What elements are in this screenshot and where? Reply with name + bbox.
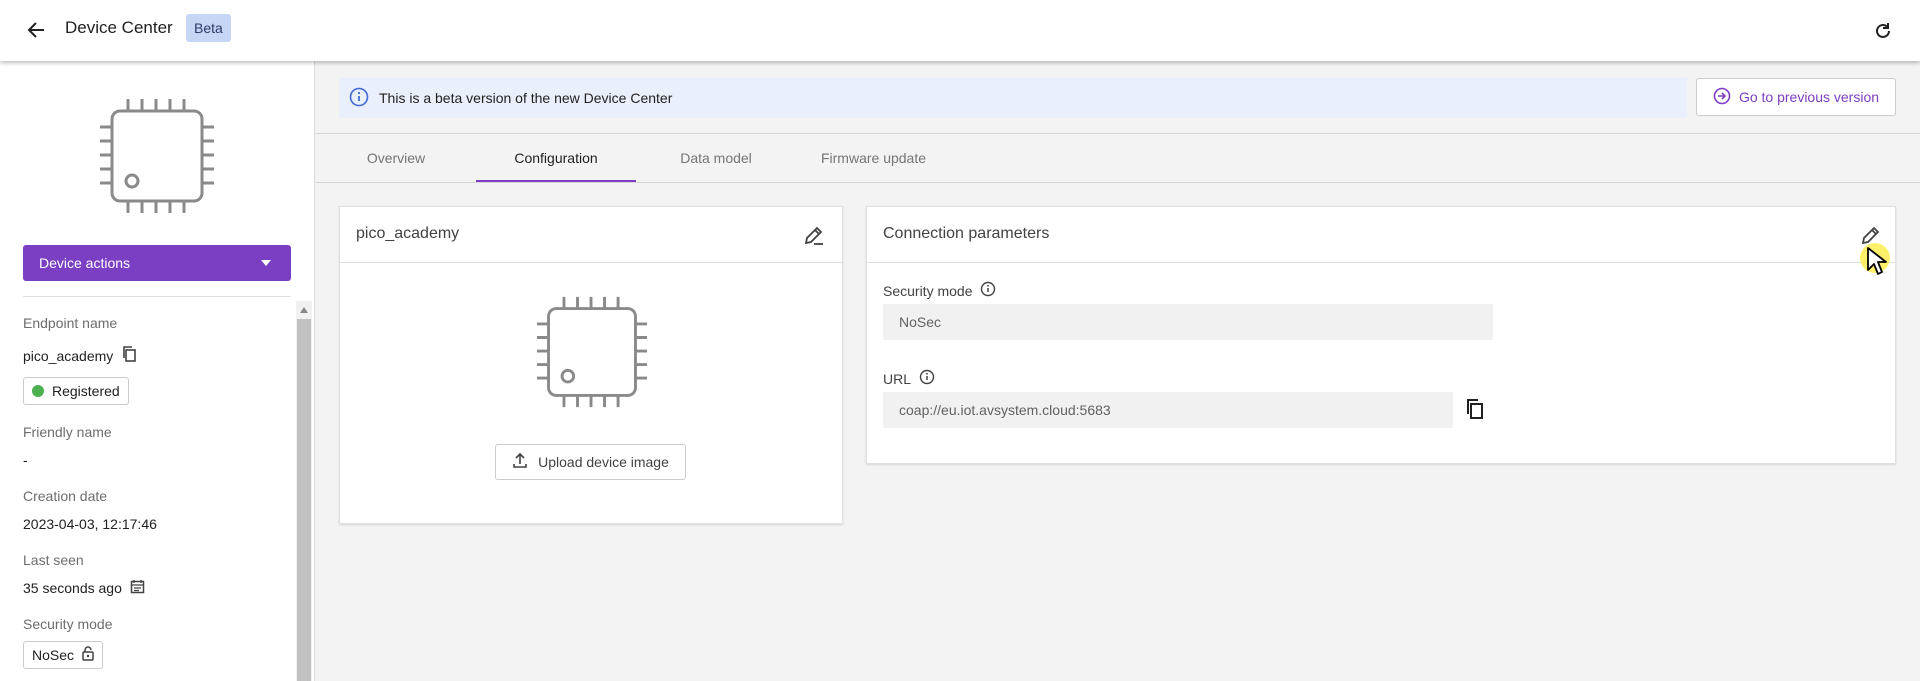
main-content: This is a beta version of the new Device… xyxy=(316,61,1920,681)
friendly-name-value: - xyxy=(23,452,28,468)
refresh-icon[interactable] xyxy=(1868,16,1898,46)
chip-icon xyxy=(98,97,216,220)
security-mode-field-label: Security mode xyxy=(883,281,996,300)
info-icon[interactable] xyxy=(919,369,935,388)
upload-label: Upload device image xyxy=(538,454,669,470)
security-mode-label-text: Security mode xyxy=(883,282,973,299)
endpoint-name-text: pico_academy xyxy=(23,347,114,364)
chip-icon xyxy=(535,295,649,414)
device-sidebar: Device actions Endpoint name pico_academ… xyxy=(0,61,315,681)
device-card-header: pico_academy xyxy=(340,207,842,263)
tab-configuration[interactable]: Configuration xyxy=(476,134,636,182)
sidebar-scrollbar[interactable] xyxy=(296,301,312,681)
back-arrow-icon[interactable] xyxy=(22,16,50,44)
previous-version-label: Go to previous version xyxy=(1738,89,1880,105)
edit-icon[interactable] xyxy=(802,223,826,247)
banner-text: This is a beta version of the new Device… xyxy=(379,90,673,106)
tab-bar: Overview Configuration Data model Firmwa… xyxy=(316,133,1920,183)
app-title: Device Center xyxy=(65,18,173,37)
creation-date-label: Creation date xyxy=(23,488,108,504)
status-text: Registered xyxy=(52,383,120,399)
upload-device-image-button[interactable]: Upload device image xyxy=(495,444,686,480)
copy-icon[interactable] xyxy=(121,346,137,365)
url-field: coap://eu.iot.avsystem.cloud:5683 xyxy=(883,392,1453,428)
tab-overview[interactable]: Overview xyxy=(316,134,476,182)
lock-open-icon xyxy=(82,646,94,664)
arrow-circle-right-icon xyxy=(1713,87,1731,108)
info-icon xyxy=(349,87,369,110)
scrollbar-thumb[interactable] xyxy=(297,319,311,681)
friendly-name-label: Friendly name xyxy=(23,424,112,440)
last-seen-value: 35 seconds ago xyxy=(23,579,145,597)
connection-parameters-card: Connection parameters Security mode NoSe… xyxy=(866,206,1896,464)
endpoint-name-label: Endpoint name xyxy=(23,315,118,331)
url-label-text: URL xyxy=(883,370,912,387)
last-seen-label: Last seen xyxy=(23,552,84,568)
url-field-label: URL xyxy=(883,369,935,388)
chevron-down-icon xyxy=(261,260,271,266)
endpoint-name-value: pico_academy xyxy=(23,346,137,365)
beta-badge: Beta xyxy=(186,14,231,42)
info-icon[interactable] xyxy=(980,281,996,300)
beta-info-banner: This is a beta version of the new Device… xyxy=(339,78,1687,118)
mouse-pointer-icon xyxy=(1866,246,1888,281)
device-card-title: pico_academy xyxy=(356,225,460,242)
connection-card-title: Connection parameters xyxy=(883,225,1050,242)
security-mode-text: NoSec xyxy=(32,647,75,663)
divider xyxy=(23,296,291,297)
security-mode-badge: NoSec xyxy=(23,641,104,669)
device-image-card: pico_academy Upload device image xyxy=(339,206,843,524)
security-mode-label: Security mode xyxy=(23,616,113,632)
tab-data-model[interactable]: Data model xyxy=(636,134,796,182)
security-mode-field: NoSec xyxy=(883,304,1493,340)
upload-icon xyxy=(512,452,528,472)
copy-icon[interactable] xyxy=(1464,398,1488,422)
creation-date-value: 2023-04-03, 12:17:46 xyxy=(23,516,157,532)
connection-card-header: Connection parameters xyxy=(867,207,1895,263)
device-actions-label: Device actions xyxy=(39,255,131,271)
device-actions-button[interactable]: Device actions xyxy=(23,245,291,281)
status-dot-icon xyxy=(32,385,44,397)
status-badge: Registered xyxy=(23,377,129,405)
app-bar: Device Center Beta xyxy=(0,0,1920,61)
scroll-up-arrow-icon[interactable] xyxy=(300,307,308,313)
tab-firmware-update[interactable]: Firmware update xyxy=(791,134,956,182)
go-to-previous-version-button[interactable]: Go to previous version xyxy=(1696,78,1896,116)
calendar-icon[interactable] xyxy=(130,579,145,597)
last-seen-text: 35 seconds ago xyxy=(23,580,122,596)
